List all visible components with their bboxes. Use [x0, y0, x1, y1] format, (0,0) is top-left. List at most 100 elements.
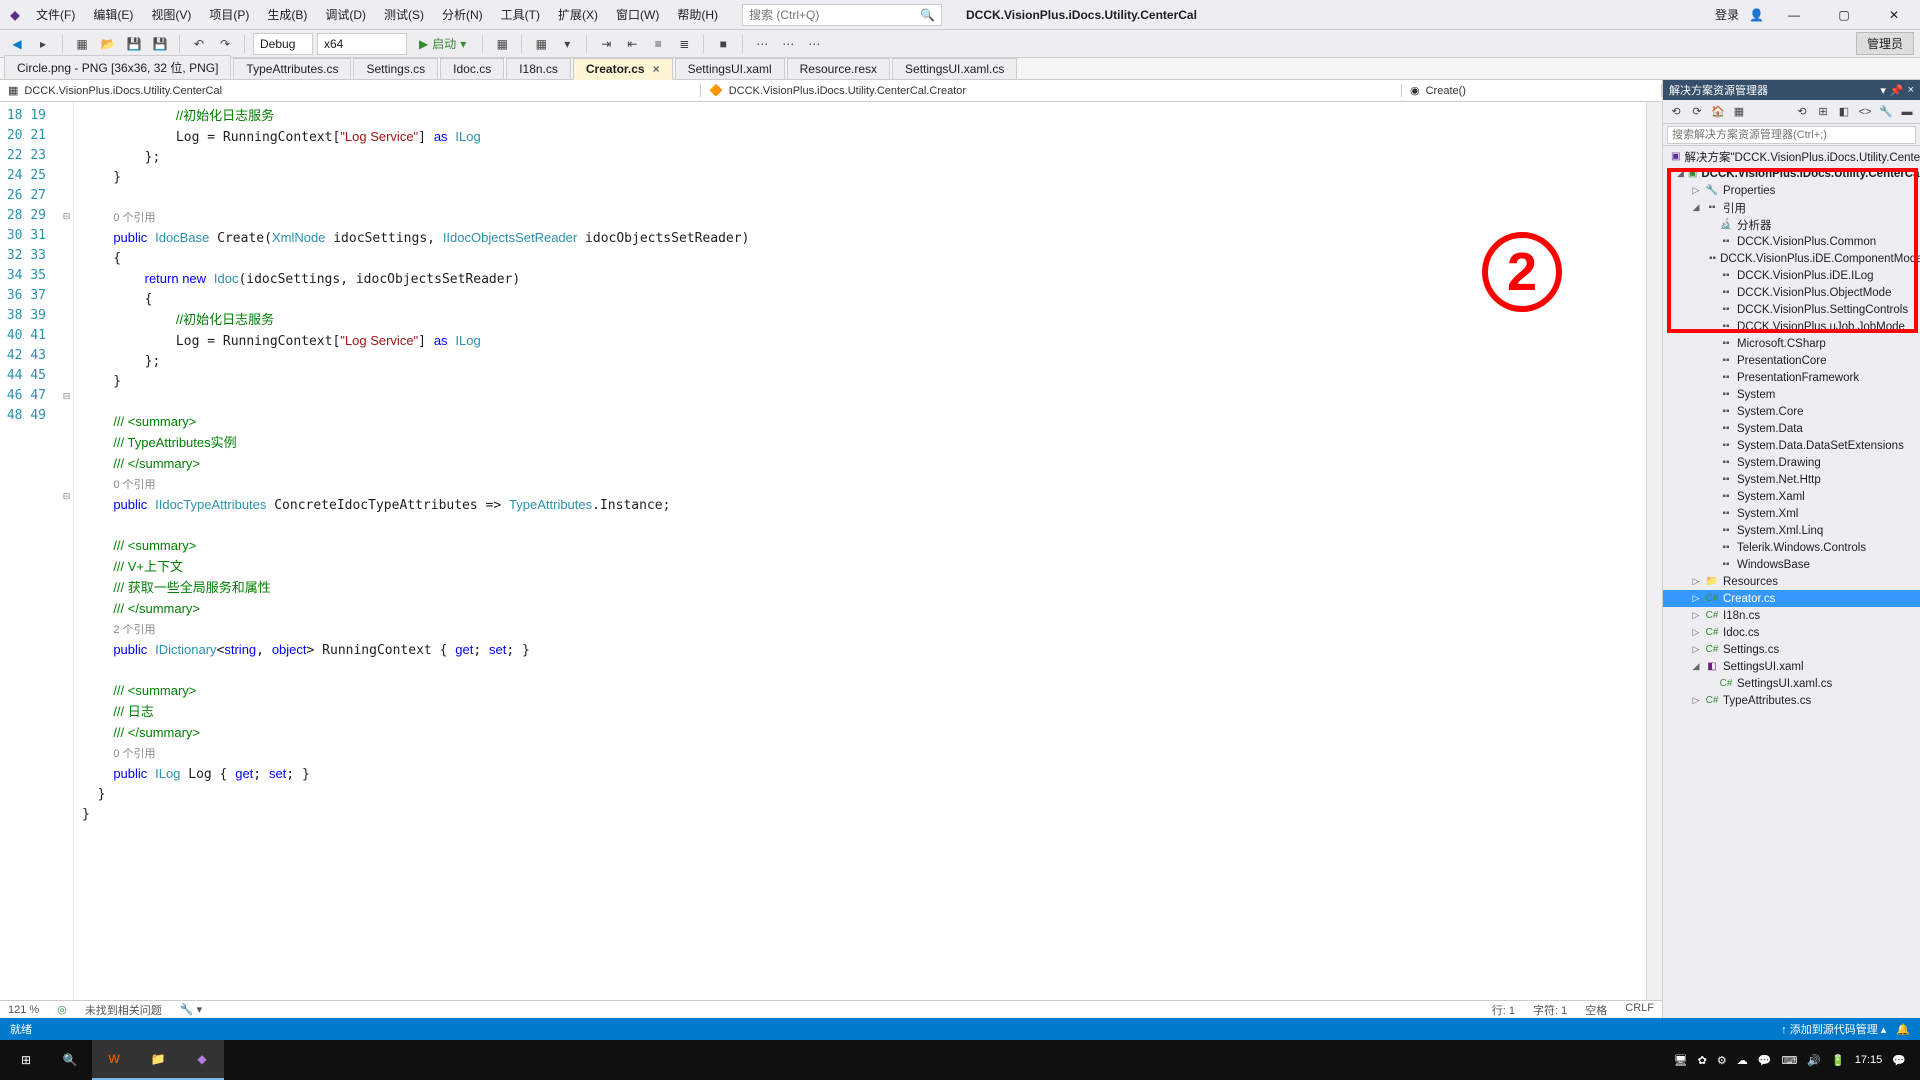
tool-icon[interactable]: ≣ [673, 33, 695, 55]
tray-icon[interactable]: ⚙ [1717, 1054, 1727, 1067]
tool-icon[interactable]: 🏠 [1709, 103, 1727, 121]
menu-project[interactable]: 项目(P) [201, 2, 257, 27]
tab[interactable]: TypeAttributes.cs [233, 58, 351, 79]
user-icon[interactable]: 👤 [1749, 8, 1764, 22]
tool-icon[interactable]: <> [1856, 103, 1874, 121]
notification-icon[interactable]: 💬 [1892, 1054, 1906, 1067]
tool-icon[interactable]: ◧ [1835, 103, 1853, 121]
crumb-class[interactable]: 🔶 DCCK.VisionPlus.iDocs.Utility.CenterCa… [701, 84, 1402, 97]
menu-view[interactable]: 视图(V) [143, 2, 199, 27]
pin-icon[interactable]: 📌 [1890, 84, 1904, 97]
close-button[interactable]: ✕ [1874, 1, 1914, 29]
undo-icon[interactable]: ↶ [188, 33, 210, 55]
zoom-combo[interactable]: 121 % [8, 1004, 39, 1016]
config-combo[interactable]: Debug [253, 33, 313, 55]
search-icon: 🔍 [920, 8, 935, 22]
close-icon[interactable]: × [653, 62, 660, 76]
tool-icon[interactable]: 🔧 ▾ [180, 1003, 202, 1016]
menu-ext[interactable]: 扩展(X) [550, 2, 606, 27]
crumb-project[interactable]: ▦ DCCK.VisionPlus.iDocs.Utility.CenterCa… [0, 84, 701, 97]
tool-icon[interactable]: ⟲ [1793, 103, 1811, 121]
bell-icon[interactable]: 🔔 [1896, 1023, 1910, 1036]
tray-icon[interactable]: ✿ [1698, 1054, 1707, 1067]
task-app[interactable]: W [92, 1040, 136, 1080]
vs-logo-icon: ◆ [6, 6, 24, 24]
platform-combo[interactable]: x64 [317, 33, 407, 55]
tray-icon[interactable]: 🖥 [1674, 1054, 1688, 1067]
crumb-method[interactable]: ◉ Create() [1402, 84, 1662, 97]
save-all-icon[interactable]: 💾 [149, 33, 171, 55]
tab[interactable]: SettingsUI.xaml [675, 58, 785, 79]
tool-icon[interactable]: ▦ [491, 33, 513, 55]
tool-icon[interactable]: ⟲ [1667, 103, 1685, 121]
search-input[interactable]: 搜索 (Ctrl+Q) 🔍 [742, 4, 942, 26]
tab[interactable]: Resource.resx [787, 58, 890, 79]
tab[interactable]: Settings.cs [353, 58, 438, 79]
start-button[interactable]: ▶ 启动 ▾ [411, 33, 474, 55]
menu-tools[interactable]: 工具(T) [493, 2, 548, 27]
solution-tree[interactable]: ▣解决方案"DCCK.VisionPlus.iDocs.Utility.Cent… [1663, 146, 1920, 1018]
tray-icon[interactable]: ⌨ [1781, 1054, 1797, 1067]
tool-icon[interactable]: ⟳ [1688, 103, 1706, 121]
tool-icon[interactable]: ⋯ [803, 33, 825, 55]
search-input[interactable] [1667, 126, 1916, 144]
scrollbar[interactable] [1646, 102, 1662, 1000]
tab[interactable]: Circle.png - PNG [36x36, 32 位, PNG] [4, 55, 231, 79]
tool-icon[interactable]: ▦ [530, 33, 552, 55]
caret-enc: CRLF [1625, 1002, 1654, 1018]
tool-icon[interactable]: ⋯ [751, 33, 773, 55]
tool-icon[interactable]: ■ [712, 33, 734, 55]
save-icon[interactable]: 💾 [123, 33, 145, 55]
panel-search[interactable] [1663, 124, 1920, 146]
close-icon[interactable]: × [1908, 84, 1914, 97]
src-control[interactable]: ↑ 添加到源代码管理 ▴ [1781, 1021, 1886, 1037]
menu-file[interactable]: 文件(F) [28, 2, 83, 27]
redo-icon[interactable]: ↷ [214, 33, 236, 55]
tray-icon[interactable]: 🔋 [1831, 1054, 1845, 1067]
caret-space: 空格 [1585, 1002, 1607, 1018]
open-icon[interactable]: 📂 [97, 33, 119, 55]
tool-icon[interactable]: ⇥ [595, 33, 617, 55]
editor-area: ▦ DCCK.VisionPlus.iDocs.Utility.CenterCa… [0, 80, 1662, 1018]
caret-line: 行: 1 [1492, 1002, 1515, 1018]
back-icon[interactable]: ◀ [6, 33, 28, 55]
tool-icon[interactable]: ⇤ [621, 33, 643, 55]
menu-analyze[interactable]: 分析(N) [434, 2, 491, 27]
tool-icon[interactable]: ⋯ [777, 33, 799, 55]
login-button[interactable]: 登录 [1715, 6, 1739, 23]
tray-icon[interactable]: ☁ [1737, 1054, 1748, 1067]
menu-build[interactable]: 生成(B) [259, 2, 315, 27]
solution-explorer: 解决方案资源管理器 ▾📌× ⟲⟳ 🏠▦ ⟲⊞ ◧<> 🔧▬ ▣解决方案"DCCK… [1662, 80, 1920, 1018]
tool-icon[interactable]: ≡ [647, 33, 669, 55]
menu-window[interactable]: 窗口(W) [608, 2, 667, 27]
tool-icon[interactable]: ▾ [556, 33, 578, 55]
tray-icon[interactable]: 💬 [1758, 1054, 1772, 1067]
tool-icon[interactable]: ▬ [1898, 103, 1916, 121]
task-vs[interactable]: ◆ [180, 1040, 224, 1080]
tool-icon[interactable]: ⊞ [1814, 103, 1832, 121]
menu-edit[interactable]: 编辑(E) [85, 2, 141, 27]
minimize-button[interactable]: — [1774, 1, 1814, 29]
menu-test[interactable]: 测试(S) [376, 2, 432, 27]
task-explorer[interactable]: 📁 [136, 1040, 180, 1080]
clock[interactable]: 17:15 [1855, 1054, 1883, 1066]
status-bar: 就绪 ↑ 添加到源代码管理 ▴ 🔔 [0, 1018, 1920, 1040]
system-tray: 🖥 ✿ ⚙ ☁ 💬 ⌨ 🔊 🔋 17:15 💬 [1674, 1054, 1916, 1067]
dropdown-icon[interactable]: ▾ [1880, 84, 1886, 97]
code-editor[interactable]: //初始化日志服务 Log = RunningContext["Log Serv… [74, 102, 1646, 1000]
forward-icon[interactable]: ▸ [32, 33, 54, 55]
new-icon[interactable]: ▦ [71, 33, 93, 55]
tab[interactable]: Idoc.cs [440, 58, 504, 79]
maximize-button[interactable]: ▢ [1824, 1, 1864, 29]
tool-icon[interactable]: 🔧 [1877, 103, 1895, 121]
tab[interactable]: SettingsUI.xaml.cs [892, 58, 1017, 79]
tab[interactable]: I18n.cs [506, 58, 571, 79]
menu-debug[interactable]: 调试(D) [317, 2, 374, 27]
tool-icon[interactable]: ▦ [1730, 103, 1748, 121]
start-button[interactable]: ⊞ [4, 1040, 48, 1080]
toolbar: ◀ ▸ ▦ 📂 💾 💾 ↶ ↷ Debug x64 ▶ 启动 ▾ ▦ ▦ ▾ ⇥… [0, 30, 1920, 58]
menu-help[interactable]: 帮助(H) [669, 2, 726, 27]
tab-active[interactable]: Creator.cs× [573, 58, 673, 80]
search-icon[interactable]: 🔍 [48, 1040, 92, 1080]
tray-icon[interactable]: 🔊 [1807, 1054, 1821, 1067]
